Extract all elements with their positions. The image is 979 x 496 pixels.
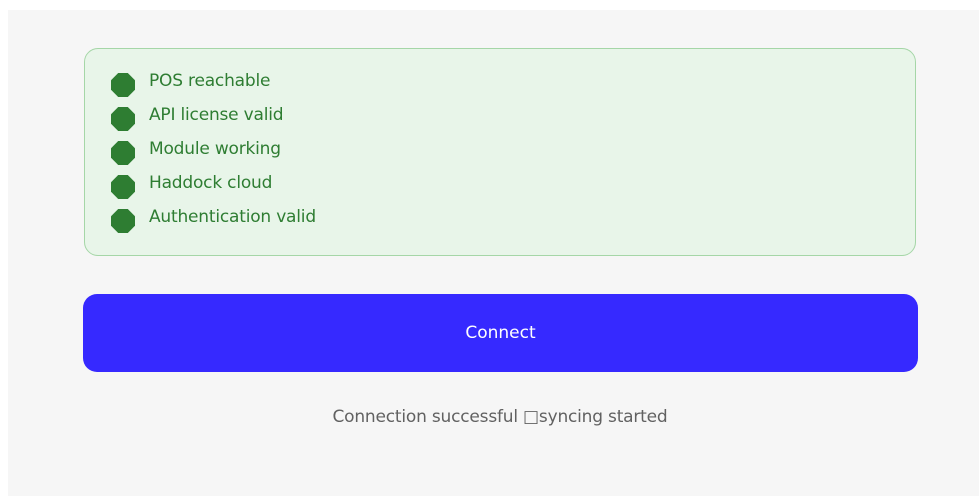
status-ok-icon (111, 209, 135, 233)
status-item-label: API license valid (149, 105, 284, 125)
status-ok-icon (111, 141, 135, 165)
status-item-label: Authentication valid (149, 207, 316, 227)
connection-status-message: Connection successful □syncing started (332, 407, 668, 427)
status-item-label: Haddock cloud (149, 173, 273, 193)
status-item-pos-reachable: POS reachable (85, 69, 915, 103)
connect-button[interactable]: Connect (83, 294, 918, 372)
status-item-haddock-cloud: Haddock cloud (85, 171, 915, 205)
status-item-label: Module working (149, 139, 281, 159)
connection-status-panel: POS reachable API license valid Module w… (84, 48, 916, 256)
status-ok-icon (111, 175, 135, 199)
status-item-authentication: Authentication valid (85, 205, 915, 239)
status-ok-icon (111, 107, 135, 131)
status-item-label: POS reachable (149, 71, 271, 91)
status-ok-icon (111, 73, 135, 97)
status-item-module-working: Module working (85, 137, 915, 171)
status-item-api-license: API license valid (85, 103, 915, 137)
